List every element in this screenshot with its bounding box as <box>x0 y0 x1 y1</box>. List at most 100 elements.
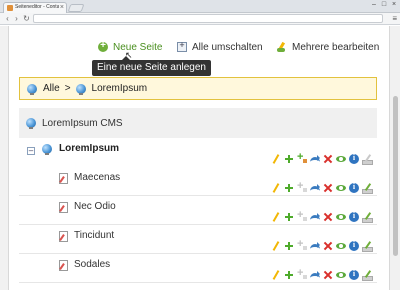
delete-icon[interactable] <box>323 183 333 193</box>
edit-icon[interactable] <box>271 270 281 280</box>
row-actions <box>271 151 373 165</box>
delete-icon[interactable] <box>323 154 333 164</box>
new-page-label: Neue Seite <box>113 41 163 53</box>
collapse-toggle-icon[interactable]: – <box>27 147 35 155</box>
toggle-all-button[interactable]: Alle umschalten <box>177 40 263 53</box>
view-icon[interactable] <box>336 212 346 222</box>
scrollbar-thumb[interactable] <box>393 96 398 256</box>
cms-label: LoremIpsum CMS <box>42 117 123 129</box>
breadcrumb-current[interactable]: LoremIpsum <box>92 83 148 94</box>
row-actions <box>271 238 373 252</box>
browser-menu-icon[interactable]: ≡ <box>392 14 397 23</box>
table-row: Maecenas <box>19 167 377 196</box>
edit-icon[interactable] <box>271 183 281 193</box>
row-actions <box>271 209 373 223</box>
view-icon[interactable] <box>336 241 346 251</box>
add-into-icon[interactable] <box>297 209 307 222</box>
new-tab-button[interactable] <box>67 4 85 12</box>
address-bar[interactable] <box>33 14 383 23</box>
info-icon[interactable] <box>349 182 359 193</box>
edit-multiple-button[interactable]: Mehrere bearbeiten <box>277 41 379 53</box>
globe-icon <box>42 144 52 155</box>
breadcrumb: Alle > LoremIpsum <box>19 77 377 100</box>
info-icon[interactable] <box>349 153 359 164</box>
add-after-icon[interactable] <box>284 241 294 251</box>
add-after-icon[interactable] <box>284 154 294 164</box>
page-label[interactable]: Maecenas <box>74 172 120 183</box>
properties-icon[interactable] <box>362 154 373 165</box>
back-icon[interactable]: ‹ <box>3 14 12 23</box>
breadcrumb-separator: > <box>64 83 71 94</box>
contao-favicon-icon <box>7 5 13 11</box>
delete-icon[interactable] <box>323 212 333 222</box>
reload-icon[interactable]: ↻ <box>22 14 31 23</box>
tree-cms-row: LoremIpsum CMS <box>19 108 377 138</box>
browser-tab[interactable]: Seiteneditor - Contao O... × <box>3 2 67 13</box>
browser-tab-bar: Seiteneditor - Contao O... × – □ × <box>0 0 400 13</box>
edit-icon[interactable] <box>271 212 281 222</box>
page-label[interactable]: Sodales <box>74 259 110 270</box>
view-icon[interactable] <box>336 154 346 164</box>
tab-close-icon[interactable]: × <box>60 3 64 12</box>
add-page-icon <box>98 40 108 52</box>
tab-title: Seiteneditor - Contao O... <box>15 4 59 10</box>
window-controls: – □ × <box>370 1 398 9</box>
page-icon <box>59 202 68 213</box>
page-icon <box>59 231 68 242</box>
move-icon[interactable] <box>310 270 320 280</box>
add-into-icon[interactable] <box>297 151 307 164</box>
move-icon[interactable] <box>310 183 320 193</box>
page-scrollbar[interactable] <box>392 26 399 290</box>
add-into-icon[interactable] <box>297 180 307 193</box>
table-row: Sodales <box>19 254 377 283</box>
properties-icon[interactable] <box>362 241 373 252</box>
row-actions <box>271 180 373 194</box>
globe-icon <box>26 118 36 129</box>
add-into-icon[interactable] <box>297 267 307 280</box>
page-icon <box>59 260 68 271</box>
page-tree: – LoremIpsum Maecenas <box>19 138 377 283</box>
info-icon[interactable] <box>349 211 359 222</box>
tree-root-row: – LoremIpsum <box>19 138 377 167</box>
page-label[interactable]: Nec Odio <box>74 201 116 212</box>
add-after-icon[interactable] <box>284 183 294 193</box>
window-close-icon[interactable]: × <box>390 1 398 9</box>
info-icon[interactable] <box>349 240 359 251</box>
table-row: Nec Odio <box>19 196 377 225</box>
move-icon[interactable] <box>310 154 320 164</box>
move-icon[interactable] <box>310 212 320 222</box>
view-icon[interactable] <box>336 270 346 280</box>
add-after-icon[interactable] <box>284 212 294 222</box>
row-actions <box>271 267 373 281</box>
browser-nav-bar: ‹ › ↻ ≡ <box>0 13 400 25</box>
add-after-icon[interactable] <box>284 270 294 280</box>
breadcrumb-all-link[interactable]: Alle <box>43 83 60 94</box>
properties-icon[interactable] <box>362 212 373 223</box>
delete-icon[interactable] <box>323 270 333 280</box>
globe-icon <box>75 83 86 95</box>
toggle-all-icon <box>177 40 187 52</box>
add-into-icon[interactable] <box>297 238 307 251</box>
forward-icon[interactable]: › <box>12 14 21 23</box>
table-row: Tincidunt <box>19 225 377 254</box>
globe-icon <box>27 83 37 95</box>
site-structure-panel: Neue Seite Alle umschalten Mehrere bearb… <box>8 26 390 290</box>
info-icon[interactable] <box>349 269 359 280</box>
view-icon[interactable] <box>336 183 346 193</box>
maximize-icon[interactable]: □ <box>380 1 388 9</box>
edit-multiple-icon <box>277 42 287 52</box>
edit-multiple-label: Mehrere bearbeiten <box>292 41 380 53</box>
edit-icon[interactable] <box>271 241 281 251</box>
page-viewport: Neue Seite Alle umschalten Mehrere bearb… <box>0 26 400 290</box>
properties-icon[interactable] <box>362 183 373 194</box>
delete-icon[interactable] <box>323 241 333 251</box>
move-icon[interactable] <box>310 241 320 251</box>
toggle-all-label: Alle umschalten <box>192 41 263 53</box>
edit-icon[interactable] <box>271 154 281 164</box>
page-label[interactable]: Tincidunt <box>74 230 114 241</box>
root-page-label[interactable]: LoremIpsum <box>59 143 119 154</box>
properties-icon[interactable] <box>362 270 373 281</box>
page-icon <box>59 173 68 184</box>
minimize-icon[interactable]: – <box>370 1 378 9</box>
new-page-tooltip: Eine neue Seite anlegen <box>92 56 211 76</box>
